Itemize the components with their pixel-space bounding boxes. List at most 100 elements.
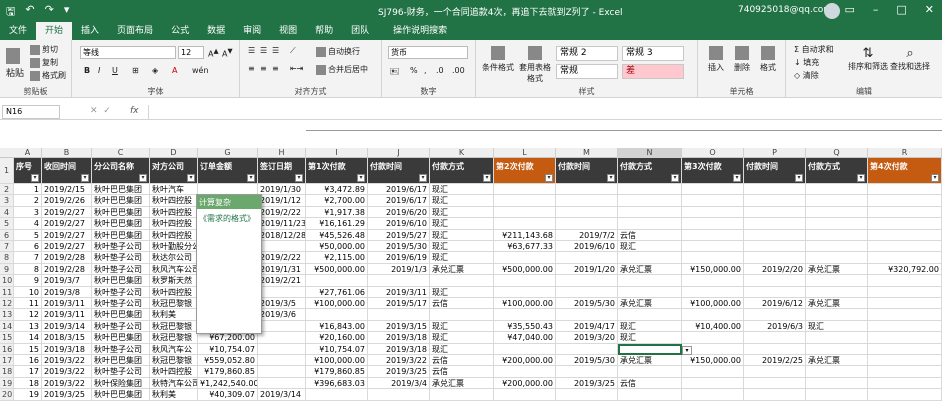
cell-C18[interactable]: 秋叶垫子公司 bbox=[92, 366, 150, 378]
cell-N4[interactable] bbox=[618, 206, 682, 219]
cell-P11[interactable] bbox=[744, 286, 806, 298]
cell-N20[interactable] bbox=[618, 389, 682, 401]
cell-I17[interactable]: ¥100,000.00 bbox=[306, 355, 368, 367]
cell-B12[interactable]: 2019/3/11 bbox=[42, 298, 92, 310]
cell-L5[interactable] bbox=[494, 218, 556, 230]
cell-D17[interactable]: 秋冠巴黎银 bbox=[150, 355, 198, 367]
cell-C6[interactable]: 秋叶巴巴集团 bbox=[92, 229, 150, 241]
cell-O12[interactable]: ¥100,000.00 bbox=[682, 298, 744, 310]
cell-A20[interactable]: 19 bbox=[14, 389, 42, 401]
cell-M17[interactable]: 2019/5/30 bbox=[556, 355, 618, 367]
cell-C15[interactable]: 秋叶巴巴集团 bbox=[92, 332, 150, 344]
cell-J13[interactable] bbox=[368, 309, 430, 321]
cell-G16[interactable]: ¥10,754.07 bbox=[198, 343, 258, 355]
cell-R11[interactable] bbox=[868, 286, 942, 298]
cell-A2[interactable]: 1 bbox=[14, 184, 42, 196]
active-cell-selection[interactable]: ▾ bbox=[618, 343, 692, 355]
cell-Q15[interactable] bbox=[806, 332, 868, 344]
cell-Q3[interactable] bbox=[806, 195, 868, 207]
ribbon-display-icon[interactable]: ▭ bbox=[844, 3, 854, 16]
cell-B6[interactable]: 2019/2/27 bbox=[42, 229, 92, 241]
filter-dropdown-icon[interactable]: ▾ bbox=[857, 174, 865, 182]
cell-M2[interactable] bbox=[556, 184, 618, 196]
format-painter-button[interactable]: 格式刷 bbox=[30, 70, 66, 81]
cell-K2[interactable]: 现汇 bbox=[430, 184, 494, 196]
cell-N17[interactable]: 承兑汇票 bbox=[618, 355, 682, 367]
wrap-text-button[interactable]: 自动换行 bbox=[316, 46, 360, 57]
filter-dropdown-icon[interactable]: ▾ bbox=[607, 174, 615, 182]
cell-M12[interactable]: 2019/5/30 bbox=[556, 298, 618, 310]
cell-I12[interactable]: ¥100,000.00 bbox=[306, 298, 368, 310]
cell-B13[interactable]: 2019/3/11 bbox=[42, 309, 92, 321]
cell-A10[interactable]: 9 bbox=[14, 275, 42, 287]
cell-A15[interactable]: 14 bbox=[14, 332, 42, 344]
cell-C5[interactable]: 秋叶巴巴集团 bbox=[92, 218, 150, 230]
cell-I8[interactable]: ¥2,115.00 bbox=[306, 252, 368, 264]
cell-H4[interactable]: 2019/2/22 bbox=[258, 206, 306, 219]
filter-dropdown-icon[interactable]: ▾ bbox=[419, 174, 427, 182]
column-header-B[interactable]: B bbox=[42, 148, 92, 158]
cell-K15[interactable]: 现汇 bbox=[430, 332, 494, 344]
cell-K14[interactable]: 现汇 bbox=[430, 320, 494, 333]
row-number[interactable]: 6 bbox=[0, 229, 14, 241]
format-as-table-button[interactable]: 套用表格格式 bbox=[516, 46, 554, 84]
undo-icon[interactable]: ↶ bbox=[25, 3, 34, 22]
cell-D19[interactable]: 秋特汽车公司 bbox=[150, 377, 198, 390]
cell-O3[interactable] bbox=[682, 195, 744, 207]
row-number[interactable]: 8 bbox=[0, 252, 14, 264]
cell-D20[interactable]: 秋利美 bbox=[150, 389, 198, 401]
cell-H17[interactable] bbox=[258, 355, 306, 367]
column-header-K[interactable]: K bbox=[430, 148, 494, 158]
decrease-decimal-icon[interactable]: .00 bbox=[452, 66, 465, 75]
cell-D16[interactable]: 秋风汽车公 bbox=[150, 343, 198, 355]
cell-Q9[interactable]: 承兑汇票 bbox=[806, 263, 868, 276]
maximize-icon[interactable]: □ bbox=[896, 3, 906, 16]
cell-D14[interactable]: 秋冠巴黎银 bbox=[150, 320, 198, 333]
column-header-A[interactable]: A bbox=[14, 148, 42, 158]
cell-O4[interactable] bbox=[682, 206, 744, 219]
cell-I10[interactable] bbox=[306, 275, 368, 287]
customize-icon[interactable]: ▾ bbox=[64, 3, 70, 22]
cell-K5[interactable]: 现汇 bbox=[430, 218, 494, 230]
cell-C14[interactable]: 秋叶垫子公司 bbox=[92, 320, 150, 333]
filter-dropdown-icon[interactable]: ▾ bbox=[733, 174, 741, 182]
cell-L13[interactable] bbox=[494, 309, 556, 321]
cell-B14[interactable]: 2019/3/14 bbox=[42, 320, 92, 333]
tab-10[interactable]: 操作说明搜索 bbox=[384, 22, 456, 40]
column-header-L[interactable]: L bbox=[494, 148, 556, 158]
cell-K9[interactable]: 承兑汇票 bbox=[430, 263, 494, 276]
tab-1[interactable]: 开始 bbox=[36, 22, 73, 40]
cell-A17[interactable]: 16 bbox=[14, 355, 42, 367]
cell-J12[interactable]: 2019/5/17 bbox=[368, 298, 430, 310]
cell-J8[interactable]: 2019/6/19 bbox=[368, 252, 430, 264]
cell-N8[interactable] bbox=[618, 252, 682, 264]
cell-H16[interactable] bbox=[258, 343, 306, 355]
cell-K6[interactable]: 现汇 bbox=[430, 229, 494, 241]
cell-O9[interactable]: ¥150,000.00 bbox=[682, 263, 744, 276]
cell-A3[interactable]: 2 bbox=[14, 195, 42, 207]
cell-J20[interactable] bbox=[368, 389, 430, 401]
cell-A13[interactable]: 12 bbox=[14, 309, 42, 321]
tab-5[interactable]: 数据 bbox=[198, 22, 234, 40]
cell-M3[interactable] bbox=[556, 195, 618, 207]
cell-M11[interactable] bbox=[556, 286, 618, 298]
cell-N10[interactable] bbox=[618, 275, 682, 287]
cell-D8[interactable]: 秋达尔公司 bbox=[150, 252, 198, 264]
cell-M20[interactable] bbox=[556, 389, 618, 401]
cell-C19[interactable]: 秋叶保险集团 bbox=[92, 377, 150, 390]
cell-R18[interactable] bbox=[868, 366, 942, 378]
cell-H10[interactable]: 2019/2/21 bbox=[258, 275, 306, 287]
row-number[interactable]: 14 bbox=[0, 320, 14, 333]
cell-O5[interactable] bbox=[682, 218, 744, 230]
cell-D18[interactable]: 秋叶四控股 bbox=[150, 366, 198, 378]
orientation-icon[interactable]: ⟋ bbox=[290, 46, 296, 56]
cell-O20[interactable] bbox=[682, 389, 744, 401]
cell-M16[interactable] bbox=[556, 343, 618, 355]
cell-B18[interactable]: 2019/3/22 bbox=[42, 366, 92, 378]
font-color-icon[interactable]: A bbox=[172, 66, 177, 75]
cell-C9[interactable]: 秋叶垫子公司 bbox=[92, 263, 150, 276]
cell-L4[interactable] bbox=[494, 206, 556, 219]
cell-M8[interactable] bbox=[556, 252, 618, 264]
cell-I14[interactable]: ¥16,843.00 bbox=[306, 320, 368, 333]
sort-filter-button[interactable]: ⇅ 排序和筛选 bbox=[848, 46, 888, 72]
